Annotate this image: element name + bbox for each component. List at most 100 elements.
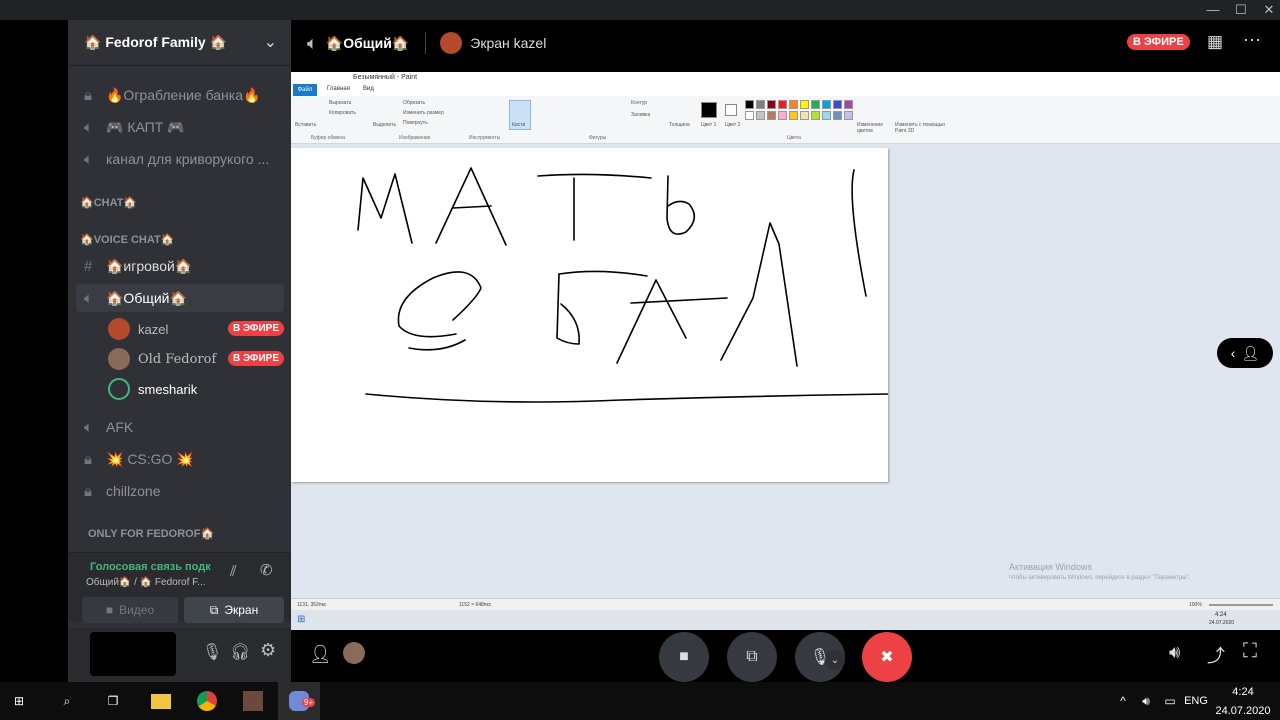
select-button[interactable]: Выделить (373, 122, 396, 128)
avatar (108, 318, 130, 340)
cut-button[interactable]: Вырезать (329, 100, 351, 106)
palette-swatch[interactable] (800, 111, 809, 120)
channel-csgo[interactable]: 🔒︎ 💥 CS:GO 💥 (76, 445, 284, 473)
disconnect-icon[interactable]: ✆ (260, 561, 273, 579)
fullscreen-icon[interactable]: ⛶ (1243, 640, 1257, 663)
noise-suppression-icon[interactable]: ⫽ (230, 563, 237, 580)
palette-swatch[interactable] (756, 111, 765, 120)
discord-taskbar-icon[interactable]: 9+ (278, 682, 320, 720)
grid-layout-icon[interactable]: ▦ (1207, 32, 1223, 52)
screen-share-button[interactable]: ⧉ Экран (184, 597, 284, 623)
screen-share-button[interactable]: ⧉ (727, 632, 777, 682)
camera-button[interactable]: ■ (659, 632, 709, 682)
volume-icon[interactable]: 🔊︎ (1169, 642, 1180, 663)
minimize-icon[interactable]: — (1198, 2, 1228, 17)
volume-icon[interactable]: 🔊︎ (1136, 682, 1156, 720)
copy-button[interactable]: Копировать (329, 110, 356, 116)
rotate-button[interactable]: Повернуть (403, 120, 428, 126)
live-badge: В ЭФИРЕ (1127, 34, 1190, 50)
palette-swatch[interactable] (789, 100, 798, 109)
color2-swatch[interactable] (725, 104, 737, 116)
invite-user-icon[interactable]: 👤︎ (309, 644, 332, 665)
voice-connection-panel: Голосовая связь подк Общий🏠 / 🏠 Fedorof … (68, 552, 291, 623)
channel-chillzone[interactable]: 🔒︎ chillzone (76, 477, 284, 505)
palette-swatch[interactable] (822, 100, 831, 109)
palette-swatch[interactable] (811, 100, 820, 109)
palette-swatch[interactable] (844, 111, 853, 120)
palette-swatch[interactable] (789, 111, 798, 120)
server-header[interactable]: 🏠 Fedorof Family 🏠 ⌄ (68, 20, 291, 66)
more-options-icon[interactable]: ⋯ (1243, 30, 1261, 51)
color1-swatch[interactable] (701, 102, 717, 118)
palette-swatch[interactable] (756, 100, 765, 109)
palette-swatch[interactable] (778, 111, 787, 120)
game-app-icon[interactable] (236, 682, 270, 720)
palette-swatch[interactable] (833, 111, 842, 120)
language-indicator[interactable]: ENG (1184, 682, 1208, 720)
tab-home[interactable]: Главная (327, 86, 350, 92)
channel-afk[interactable]: 🔈︎ AFK (76, 413, 284, 441)
leave-call-button[interactable]: ✖ (862, 632, 912, 682)
tab-view[interactable]: Вид (363, 86, 374, 92)
palette-swatch[interactable] (778, 100, 787, 109)
voice-channel-path[interactable]: Общий🏠 / 🏠 Fedorof F... (86, 577, 206, 588)
activation-watermark-sub: Чтобы активировать Windows, перейдите в … (1009, 575, 1191, 581)
channel-obshchiy[interactable]: 🔈︎ 🏠Общий🏠 (76, 284, 284, 312)
clock-time[interactable]: 4:24 (1216, 682, 1270, 701)
network-icon[interactable]: ▭ (1160, 682, 1180, 720)
channel-kapt[interactable]: 🔈︎ 🎮 КАПТ 🎮 (76, 113, 284, 141)
close-icon[interactable]: ✕ (1254, 2, 1280, 18)
palette-swatch[interactable] (800, 100, 809, 109)
microphone-icon[interactable]: 🎙︎ (202, 642, 222, 662)
voice-user-old-fedorof[interactable]: Old Fedorof В ЭФИРЕ (108, 346, 284, 372)
palette-swatch[interactable] (833, 100, 842, 109)
video-button[interactable]: ■ Видео (82, 597, 178, 623)
avatar (108, 348, 130, 370)
category-only-for-fedorof[interactable]: ONLY FOR FEDOROF🏠 (88, 527, 214, 540)
palette-swatch[interactable] (745, 111, 754, 120)
popout-icon[interactable]: ⤴ (1207, 642, 1225, 668)
windows-start-icon[interactable]: ⊞ (4, 682, 34, 720)
palette-swatch[interactable] (822, 111, 831, 120)
category-voice-chat[interactable]: 🏠VOICE CHAT🏠 (80, 233, 174, 246)
mic-options-button[interactable]: ⌄ (825, 650, 845, 670)
members-toggle-button[interactable]: ‹ 👤︎ (1217, 338, 1273, 368)
edit-colors-button[interactable]: Изменение цветов (857, 122, 889, 134)
voice-user-kazel[interactable]: kazel В ЭФИРЕ (108, 316, 284, 342)
channel-bank-robbery[interactable]: 🔒︎ 🔥Ограбление банка🔥 (76, 81, 284, 109)
channel-krivoruky[interactable]: 🔈︎ канал для криворукого ... (76, 145, 284, 173)
channel-igrovoy[interactable]: # 🏠игровой🏠 (76, 252, 284, 280)
crop-button[interactable]: Обрезать (403, 100, 425, 106)
size-button[interactable]: Толщина (669, 122, 690, 128)
paint3d-button[interactable]: Изменить с помощью Paint 3D (895, 122, 945, 134)
palette-swatch[interactable] (844, 100, 853, 109)
chrome-icon[interactable] (190, 682, 224, 720)
shared-screen[interactable]: Безымянный - Paint Файл Главная Вид Вста… (291, 72, 1280, 630)
paint-canvas[interactable] (291, 148, 889, 482)
canvas-size: 1152 × 648пкс (459, 602, 492, 608)
task-view-icon[interactable]: ❐ (98, 682, 128, 720)
paste-button[interactable]: Вставить (295, 122, 316, 128)
clock-date[interactable]: 24.07.2020 (1215, 701, 1270, 720)
voice-status[interactable]: Голосовая связь подк (90, 561, 214, 573)
headphones-icon[interactable]: 🎧︎ (230, 642, 250, 662)
zoom-slider[interactable] (1209, 604, 1273, 606)
search-icon[interactable]: ⌕ (52, 682, 82, 720)
palette-swatch[interactable] (745, 100, 754, 109)
palette-swatch[interactable] (811, 111, 820, 120)
palette-swatch[interactable] (767, 100, 776, 109)
voice-user-smesharik[interactable]: smesharik (108, 376, 284, 402)
tab-file[interactable]: Файл (293, 84, 317, 96)
stream-channel-name: 🏠Общий🏠 (325, 34, 410, 51)
fill-button[interactable]: Заливка (631, 112, 650, 118)
maximize-icon[interactable]: ☐ (1226, 2, 1256, 18)
category-chat[interactable]: 🏠CHAT🏠 (80, 196, 137, 209)
palette-swatch[interactable] (767, 111, 776, 120)
outline-button[interactable]: Контур (631, 100, 647, 106)
gear-icon[interactable]: ⚙ (260, 640, 276, 661)
file-explorer-icon[interactable] (144, 682, 178, 720)
resize-button[interactable]: Изменить размер (403, 110, 444, 116)
color-palette[interactable] (745, 100, 855, 124)
chevron-down-icon[interactable]: ⌄ (264, 32, 277, 52)
chevron-up-icon[interactable]: ^ (1114, 682, 1132, 720)
